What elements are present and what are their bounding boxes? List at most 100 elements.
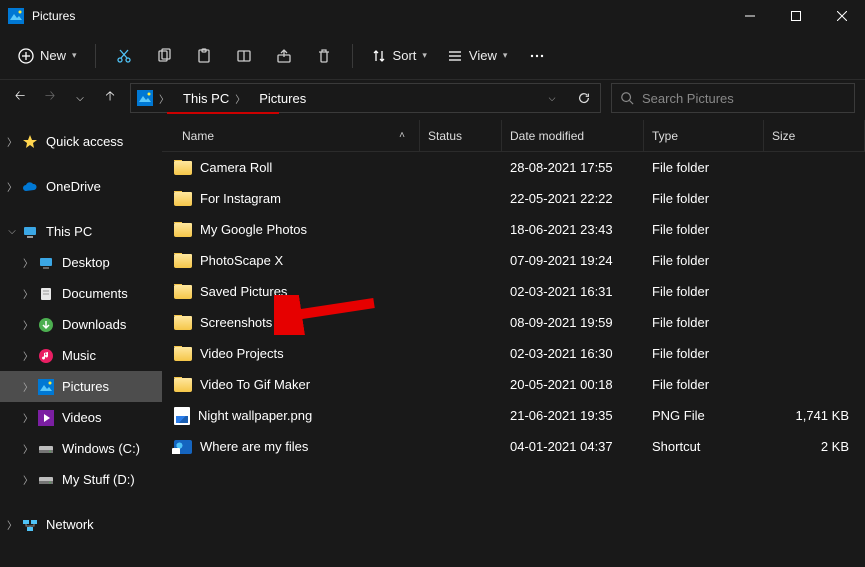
- toolbar: New ▾ Sort ▾ View ▾: [0, 32, 865, 80]
- new-button[interactable]: New ▾: [8, 38, 87, 74]
- file-date: 02-03-2021 16:30: [502, 346, 644, 361]
- chevron-right-icon: 〉: [20, 472, 36, 487]
- file-size: 1,741 KB: [764, 408, 865, 423]
- column-header-name[interactable]: Name˄: [162, 120, 420, 151]
- share-button[interactable]: [264, 38, 304, 74]
- recent-locations-button[interactable]: ⌵: [70, 93, 90, 104]
- cut-button[interactable]: [104, 38, 144, 74]
- app-icon: [8, 8, 24, 24]
- file-name: Screenshots: [200, 315, 272, 330]
- rename-button[interactable]: [224, 38, 264, 74]
- file-type: File folder: [644, 191, 764, 206]
- file-name: Camera Roll: [200, 160, 272, 175]
- rename-icon: [236, 48, 252, 64]
- plus-circle-icon: [18, 48, 34, 64]
- view-button[interactable]: View ▾: [437, 38, 517, 74]
- chevron-right-icon: 〉: [20, 348, 36, 363]
- maximize-button[interactable]: [773, 0, 819, 32]
- table-row[interactable]: My Google Photos18-06-2021 23:43File fol…: [162, 214, 865, 245]
- sidebar-item-pictures[interactable]: 〉Pictures: [0, 371, 162, 402]
- column-header-size[interactable]: Size: [764, 120, 865, 151]
- drive-icon: [38, 472, 54, 488]
- column-header-status[interactable]: Status: [420, 120, 502, 151]
- folder-icon: [174, 254, 192, 268]
- address-bar[interactable]: 〉 This PC〉 Pictures ⌵: [130, 83, 601, 113]
- file-date: 02-03-2021 16:31: [502, 284, 644, 299]
- table-row[interactable]: Camera Roll28-08-2021 17:55File folder: [162, 152, 865, 183]
- network-icon: [22, 517, 38, 533]
- copy-button[interactable]: [144, 38, 184, 74]
- more-button[interactable]: [517, 38, 557, 74]
- file-type: File folder: [644, 253, 764, 268]
- sort-icon: [371, 48, 387, 64]
- close-button[interactable]: [819, 0, 865, 32]
- table-row[interactable]: Video Projects02-03-2021 16:30File folde…: [162, 338, 865, 369]
- refresh-button[interactable]: [568, 84, 600, 112]
- file-name: Night wallpaper.png: [198, 408, 312, 423]
- sidebar-quick-access[interactable]: 〉 Quick access: [0, 126, 162, 157]
- file-name: Video Projects: [200, 346, 284, 361]
- folder-icon: [174, 223, 192, 237]
- address-dropdown-button[interactable]: ⌵: [536, 84, 568, 112]
- file-type: File folder: [644, 222, 764, 237]
- table-row[interactable]: PhotoScape X07-09-2021 19:24File folder: [162, 245, 865, 276]
- file-date: 18-06-2021 23:43: [502, 222, 644, 237]
- window-title: Pictures: [32, 9, 75, 23]
- share-icon: [276, 48, 292, 64]
- sidebar-item-desktop[interactable]: 〉Desktop: [0, 247, 162, 278]
- titlebar: Pictures: [0, 0, 865, 32]
- table-row[interactable]: Where are my files04-01-2021 04:37Shortc…: [162, 431, 865, 462]
- paste-button[interactable]: [184, 38, 224, 74]
- search-input[interactable]: [642, 91, 846, 106]
- paste-icon: [196, 48, 212, 64]
- chevron-right-icon: 〉: [20, 255, 36, 270]
- chevron-down-icon: ▾: [503, 50, 508, 61]
- file-name: Video To Gif Maker: [200, 377, 310, 392]
- column-headers: Name˄ Status Date modified Type Size: [162, 120, 865, 152]
- sidebar-item-downloads[interactable]: 〉Downloads: [0, 309, 162, 340]
- chevron-right-icon: 〉: [233, 91, 247, 106]
- address-segment-this-pc[interactable]: This PC〉: [177, 84, 253, 112]
- sidebar-item-music[interactable]: 〉Music: [0, 340, 162, 371]
- search-box[interactable]: [611, 83, 855, 113]
- column-header-date[interactable]: Date modified: [502, 120, 644, 151]
- delete-button[interactable]: [304, 38, 344, 74]
- sidebar-onedrive[interactable]: 〉 OneDrive: [0, 171, 162, 202]
- folder-icon: [174, 192, 192, 206]
- videos-icon: [38, 410, 54, 426]
- table-row[interactable]: Video To Gif Maker20-05-2021 00:18File f…: [162, 369, 865, 400]
- star-icon: [22, 134, 38, 150]
- back-button[interactable]: 🡠: [10, 87, 30, 109]
- sort-button[interactable]: Sort ▾: [361, 38, 437, 74]
- file-size: 2 KB: [764, 439, 865, 454]
- chevron-right-icon: 〉: [20, 317, 36, 332]
- search-icon: [620, 91, 634, 105]
- sidebar-item-videos[interactable]: 〉Videos: [0, 402, 162, 433]
- chevron-right-icon: 〉: [157, 91, 171, 106]
- sidebar-this-pc[interactable]: ⌵ This PC: [0, 216, 162, 247]
- table-row[interactable]: Night wallpaper.png 21-06-2021 19:35PNG F…: [162, 400, 865, 431]
- file-type: File folder: [644, 160, 764, 175]
- up-button[interactable]: 🡡: [100, 87, 120, 109]
- table-row[interactable]: For Instagram22-05-2021 22:22File folder: [162, 183, 865, 214]
- address-root-icon[interactable]: 〉: [131, 84, 177, 112]
- toolbar-separator: [95, 44, 96, 68]
- table-row[interactable]: Screenshots08-09-2021 19:59File folder: [162, 307, 865, 338]
- address-segment-pictures[interactable]: Pictures: [253, 84, 312, 112]
- sidebar-network[interactable]: 〉 Network: [0, 509, 162, 540]
- sidebar-item-documents[interactable]: 〉Documents: [0, 278, 162, 309]
- table-row[interactable]: Saved Pictures02-03-2021 16:31File folde…: [162, 276, 865, 307]
- file-date: 21-06-2021 19:35: [502, 408, 644, 423]
- minimize-button[interactable]: [727, 0, 773, 32]
- sidebar-item-windows-c-[interactable]: 〉Windows (C:): [0, 433, 162, 464]
- desktop-icon: [38, 255, 54, 271]
- view-button-label: View: [469, 48, 497, 63]
- sort-button-label: Sort: [393, 48, 417, 63]
- file-type: PNG File: [644, 408, 764, 423]
- chevron-down-icon: ▾: [72, 50, 77, 61]
- forward-button[interactable]: 🡢: [40, 87, 60, 109]
- sidebar-item-my-stuff-d-[interactable]: 〉My Stuff (D:): [0, 464, 162, 495]
- music-icon: [38, 348, 54, 364]
- chevron-down-icon: ▾: [422, 50, 427, 61]
- column-header-type[interactable]: Type: [644, 120, 764, 151]
